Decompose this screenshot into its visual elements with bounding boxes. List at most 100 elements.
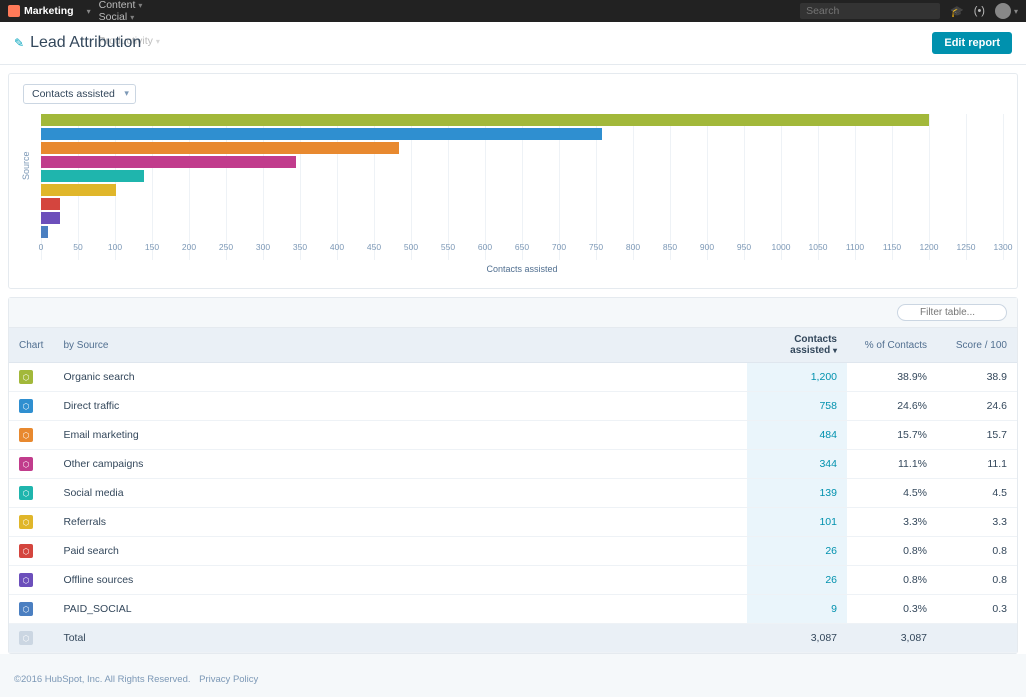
xtick: 950 xyxy=(737,242,751,252)
copyright-text: ©2016 HubSpot, Inc. All Rights Reserved. xyxy=(14,674,191,685)
total-score xyxy=(937,624,1017,653)
xtick: 200 xyxy=(182,242,196,252)
pct-cell: 15.7% xyxy=(847,421,937,450)
col-pct[interactable]: % of Contacts xyxy=(847,328,937,363)
x-axis: 0501001502002503003504004505005506006507… xyxy=(41,242,1003,252)
xtick: 50 xyxy=(73,242,82,252)
col-source[interactable]: by Source xyxy=(53,328,747,363)
bar-paid_social[interactable] xyxy=(41,226,48,238)
hubspot-logo-icon xyxy=(8,5,20,17)
user-avatar[interactable] xyxy=(995,3,1011,19)
table-row: ⬡Organic search1,20038.9%38.9 xyxy=(9,363,1017,392)
pct-cell: 3.3% xyxy=(847,508,937,537)
source-cell: Other campaigns xyxy=(53,450,747,479)
xtick: 800 xyxy=(626,242,640,252)
chart-panel: Contacts assisted Source 050100150200250… xyxy=(8,73,1018,289)
bar-offline-sources[interactable] xyxy=(41,212,60,224)
score-cell: 4.5 xyxy=(937,479,1017,508)
assisted-cell[interactable]: 344 xyxy=(747,450,847,479)
table-row: ⬡Referrals1013.3%3.3 xyxy=(9,508,1017,537)
assisted-cell[interactable]: 1,200 xyxy=(747,363,847,392)
source-swatch-icon: ⬡ xyxy=(19,457,33,471)
metric-dropdown[interactable]: Contacts assisted xyxy=(23,84,136,104)
score-cell: 0.3 xyxy=(937,595,1017,624)
xtick: 850 xyxy=(663,242,677,252)
academy-icon[interactable]: 🎓 xyxy=(950,5,964,18)
source-cell: Organic search xyxy=(53,363,747,392)
page-title: Lead Attribution xyxy=(30,34,141,52)
bar-paid-search[interactable] xyxy=(41,198,60,210)
assisted-cell[interactable]: 484 xyxy=(747,421,847,450)
xtick: 1000 xyxy=(772,242,791,252)
xtick: 1250 xyxy=(957,242,976,252)
nav-content[interactable]: Content▾ xyxy=(99,0,160,11)
table-row: ⬡Email marketing48415.7%15.7 xyxy=(9,421,1017,450)
source-cell: PAID_SOCIAL xyxy=(53,595,747,624)
xtick: 750 xyxy=(589,242,603,252)
table-row-total: ⬡Total3,0873,087 xyxy=(9,624,1017,653)
nav-social[interactable]: Social▾ xyxy=(99,11,160,23)
col-chart[interactable]: Chart xyxy=(9,328,53,363)
xtick: 1150 xyxy=(883,242,901,252)
col-assisted[interactable]: Contacts assisted ▾ xyxy=(747,328,847,363)
assisted-cell[interactable]: 26 xyxy=(747,566,847,595)
xtick: 0 xyxy=(39,242,44,252)
edit-report-button[interactable]: Edit report xyxy=(932,32,1012,54)
y-axis-label: Source xyxy=(21,151,31,180)
xtick: 650 xyxy=(515,242,529,252)
broadcast-icon[interactable]: (•) xyxy=(974,5,985,17)
pencil-icon[interactable]: ✎ xyxy=(14,36,24,50)
xtick: 100 xyxy=(108,242,122,252)
x-axis-label: Contacts assisted xyxy=(41,264,1003,274)
table-row: ⬡Offline sources260.8%0.8 xyxy=(9,566,1017,595)
xtick: 1100 xyxy=(846,242,864,252)
source-swatch-icon: ⬡ xyxy=(19,370,33,384)
score-cell: 15.7 xyxy=(937,421,1017,450)
xtick: 350 xyxy=(293,242,307,252)
bar-direct-traffic[interactable] xyxy=(41,128,602,140)
score-cell: 24.6 xyxy=(937,392,1017,421)
chevron-down-icon: ▾ xyxy=(1014,7,1018,16)
assisted-cell[interactable]: 139 xyxy=(747,479,847,508)
global-search-input[interactable] xyxy=(800,3,940,19)
source-cell: Referrals xyxy=(53,508,747,537)
source-swatch-icon: ⬡ xyxy=(19,428,33,442)
source-swatch-icon: ⬡ xyxy=(19,399,33,413)
privacy-link[interactable]: Privacy Policy xyxy=(199,674,258,685)
source-cell: Direct traffic xyxy=(53,392,747,421)
xtick: 300 xyxy=(256,242,270,252)
filter-table-input[interactable] xyxy=(897,304,1007,321)
total-assisted: 3,087 xyxy=(747,624,847,653)
xtick: 600 xyxy=(478,242,492,252)
bar-email-marketing[interactable] xyxy=(41,142,399,154)
xtick: 1200 xyxy=(920,242,939,252)
col-score[interactable]: Score / 100 xyxy=(937,328,1017,363)
chevron-down-icon: ▾ xyxy=(87,7,91,16)
assisted-cell[interactable]: 101 xyxy=(747,508,847,537)
score-cell: 3.3 xyxy=(937,508,1017,537)
bar-social-media[interactable] xyxy=(41,170,144,182)
total-label: Total xyxy=(53,624,747,653)
table-row: ⬡Other campaigns34411.1%11.1 xyxy=(9,450,1017,479)
sort-desc-icon: ▾ xyxy=(833,346,837,355)
bar-organic-search[interactable] xyxy=(41,114,929,126)
brand-label[interactable]: Marketing xyxy=(24,5,74,17)
total-pct: 3,087 xyxy=(847,624,937,653)
pct-cell: 24.6% xyxy=(847,392,937,421)
xtick: 400 xyxy=(330,242,344,252)
table-row: ⬡PAID_SOCIAL90.3%0.3 xyxy=(9,595,1017,624)
assisted-cell[interactable]: 758 xyxy=(747,392,847,421)
table-row: ⬡ Direct traffic75824.6%24.6 xyxy=(9,392,1017,421)
pct-cell: 4.5% xyxy=(847,479,937,508)
table-row: ⬡Social media1394.5%4.5 xyxy=(9,479,1017,508)
source-swatch-icon: ⬡ xyxy=(19,544,33,558)
bar-referrals[interactable] xyxy=(41,184,116,196)
assisted-cell[interactable]: 26 xyxy=(747,537,847,566)
bar-chart xyxy=(41,114,1003,240)
footer: ©2016 HubSpot, Inc. All Rights Reserved.… xyxy=(0,662,1026,697)
xtick: 1050 xyxy=(809,242,828,252)
source-cell: Offline sources xyxy=(53,566,747,595)
pct-cell: 38.9% xyxy=(847,363,937,392)
bar-other-campaigns[interactable] xyxy=(41,156,296,168)
assisted-cell[interactable]: 9 xyxy=(747,595,847,624)
